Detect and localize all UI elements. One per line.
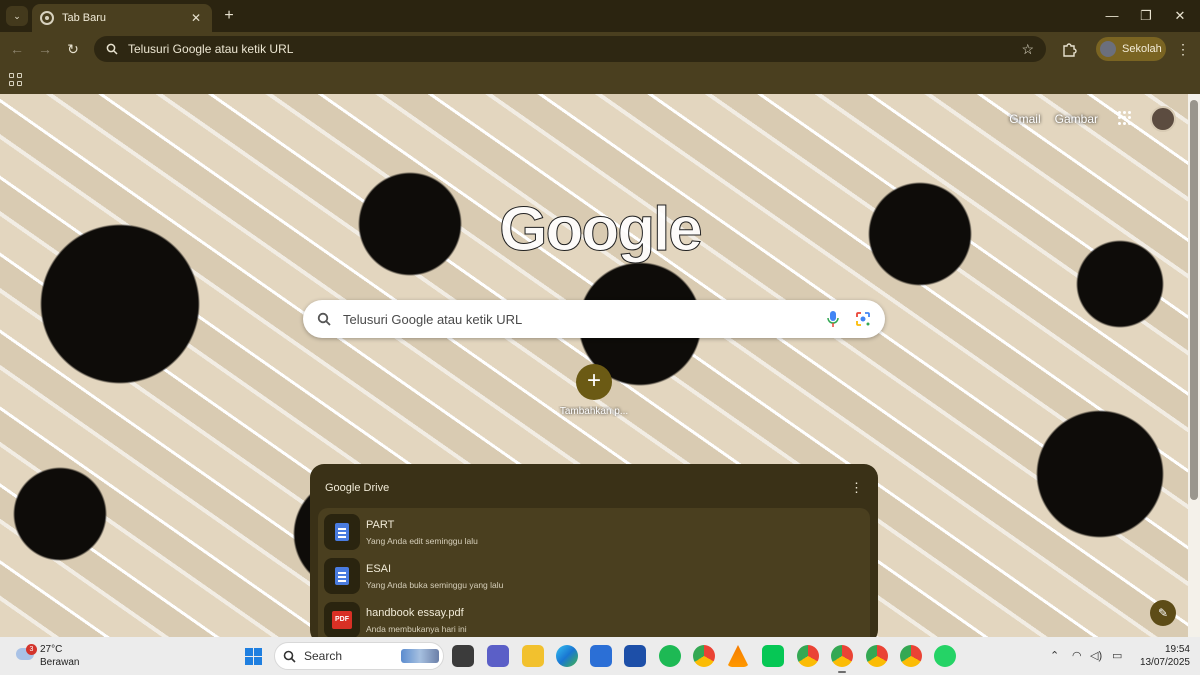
editor-app-icon[interactable] [624,645,646,667]
wifi-icon[interactable]: ◠ [1072,649,1082,662]
images-link[interactable]: Gambar [1055,112,1098,126]
more-menu-icon[interactable]: ⋮ [1176,38,1190,60]
google-docs-icon [335,567,349,585]
pdf-icon: PDF [332,611,352,629]
taskbar-search[interactable]: Search [274,642,444,670]
new-tab-button[interactable]: + [220,6,238,26]
clock-time: 19:54 [1164,644,1190,655]
close-window-button[interactable]: ✕ [1162,6,1198,26]
taskbar-search-label: Search [304,649,343,663]
windows-taskbar: 3 27°C Berawan Search ⌃ ◠ ◁) ▭ 19:54 13/… [0,637,1200,675]
reload-button[interactable]: ↻ [62,38,84,60]
close-tab-icon[interactable]: ✕ [188,11,204,25]
tab-strip: ⌄ Tab Baru ✕ + — ❐ ✕ [0,0,1200,32]
gmail-link[interactable]: Gmail [1009,112,1040,126]
file-subtitle: Yang Anda edit seminggu lalu [366,536,478,546]
restore-button[interactable]: ❐ [1128,6,1164,26]
avatar [1100,41,1116,57]
system-clock[interactable]: 19:54 13/07/2025 [1136,643,1190,669]
browser-toolbar: ← → ↻ Telusuri Google atau ketik URL ☆ S… [0,32,1200,66]
vlc-icon[interactable] [727,645,749,667]
drive-card-title: Google Drive [325,482,390,494]
google-docs-icon [335,523,349,541]
weather-description: Berawan [40,657,80,668]
microsoft-store-icon[interactable] [590,645,612,667]
pencil-icon: ✎ [1157,606,1169,620]
top-links: Gmail Gambar [1009,112,1098,126]
list-item[interactable]: ESAI Yang Anda buka seminggu yang lalu [318,554,870,598]
weather-temperature: 27°C [40,644,63,655]
profile-name: Sekolah [1122,43,1162,55]
edge-icon[interactable] [556,645,578,667]
bookmark-star-icon[interactable]: ☆ [1021,41,1034,58]
whatsapp-icon[interactable] [934,645,956,667]
profile-button[interactable]: Sekolah [1096,37,1166,61]
file-name: PART [366,519,395,531]
search-icon [317,312,331,326]
spotify-icon[interactable] [659,645,681,667]
back-button[interactable]: ← [6,38,28,60]
account-avatar[interactable] [1150,106,1176,132]
minimize-button[interactable]: — [1094,6,1130,26]
search-icon [283,650,296,663]
tab-title: Tab Baru [62,12,107,24]
google-lens-icon[interactable] [855,311,871,327]
new-tab-page: Gmail Gambar Google Telusuri Google atau… [0,94,1188,637]
forward-button[interactable]: → [34,38,56,60]
microphone-icon[interactable] [827,310,839,328]
volume-icon[interactable]: ◁) [1090,649,1102,662]
active-app-indicator [838,671,846,673]
weather-widget[interactable]: 3 27°C Berawan [14,642,94,670]
tab-search-button[interactable]: ⌄ [6,6,28,26]
shortcut-label: Tambahkan p... [559,406,629,417]
extensions-button[interactable] [1058,38,1080,60]
file-icon-box [324,558,360,594]
notification-badge: 3 [26,644,37,655]
battery-icon[interactable]: ▭ [1112,649,1122,662]
add-shortcut[interactable]: + Tambahkan p... [558,364,630,417]
task-view-icon[interactable] [452,645,474,667]
list-item[interactable]: PART Yang Anda edit seminggu lalu [318,510,870,554]
puzzle-icon [1063,43,1077,57]
google-apps-icon[interactable] [1118,111,1132,125]
chevron-up-icon[interactable]: ⌃ [1050,649,1059,662]
address-bar[interactable]: Telusuri Google atau ketik URL ☆ [94,36,1046,62]
search-box[interactable]: Telusuri Google atau ketik URL [303,300,885,338]
scrollbar-thumb[interactable] [1190,100,1198,500]
page-scrollbar[interactable] [1188,94,1200,637]
file-subtitle: Anda membukanya hari ini [366,624,467,634]
clock-date: 13/07/2025 [1139,657,1190,668]
customize-chrome-button[interactable]: ✎ [1150,600,1176,626]
chrome-profile-icon[interactable] [900,645,922,667]
search-icon [106,43,118,55]
search-placeholder: Telusuri Google atau ketik URL [343,311,523,327]
chrome-profile-icon[interactable] [866,645,888,667]
google-logo: Google [499,195,704,265]
bookmarks-bar [0,66,1200,94]
chrome-icon [40,11,54,25]
file-icon-box: PDF [324,602,360,637]
drive-file-list: PART Yang Anda edit seminggu lalu ESAI Y… [318,508,870,637]
chrome-profile-icon[interactable] [831,645,853,667]
apps-shortcut-icon[interactable] [9,73,22,86]
file-icon-box [324,514,360,550]
file-name: handbook essay.pdf [366,607,464,619]
file-subtitle: Yang Anda buka seminggu yang lalu [366,580,504,590]
chrome-profile-icon[interactable] [797,645,819,667]
chrome-icon[interactable] [693,645,715,667]
teams-icon[interactable] [487,645,509,667]
search-highlight-image [401,649,439,663]
address-bar-placeholder: Telusuri Google atau ketik URL [128,42,294,56]
more-options-icon[interactable]: ⋮ [850,480,863,496]
add-shortcut-icon: + [576,364,612,400]
tab-new-tab[interactable]: Tab Baru ✕ [32,4,212,32]
file-name: ESAI [366,563,392,575]
line-icon[interactable] [762,645,784,667]
list-item[interactable]: PDF handbook essay.pdf Anda membukanya h… [318,598,870,637]
chevron-down-icon: ⌄ [13,10,21,21]
google-drive-card: Google Drive ⋮ PART Yang Anda edit semin… [310,464,878,637]
file-explorer-icon[interactable] [522,645,544,667]
windows-start-icon[interactable] [245,648,262,665]
